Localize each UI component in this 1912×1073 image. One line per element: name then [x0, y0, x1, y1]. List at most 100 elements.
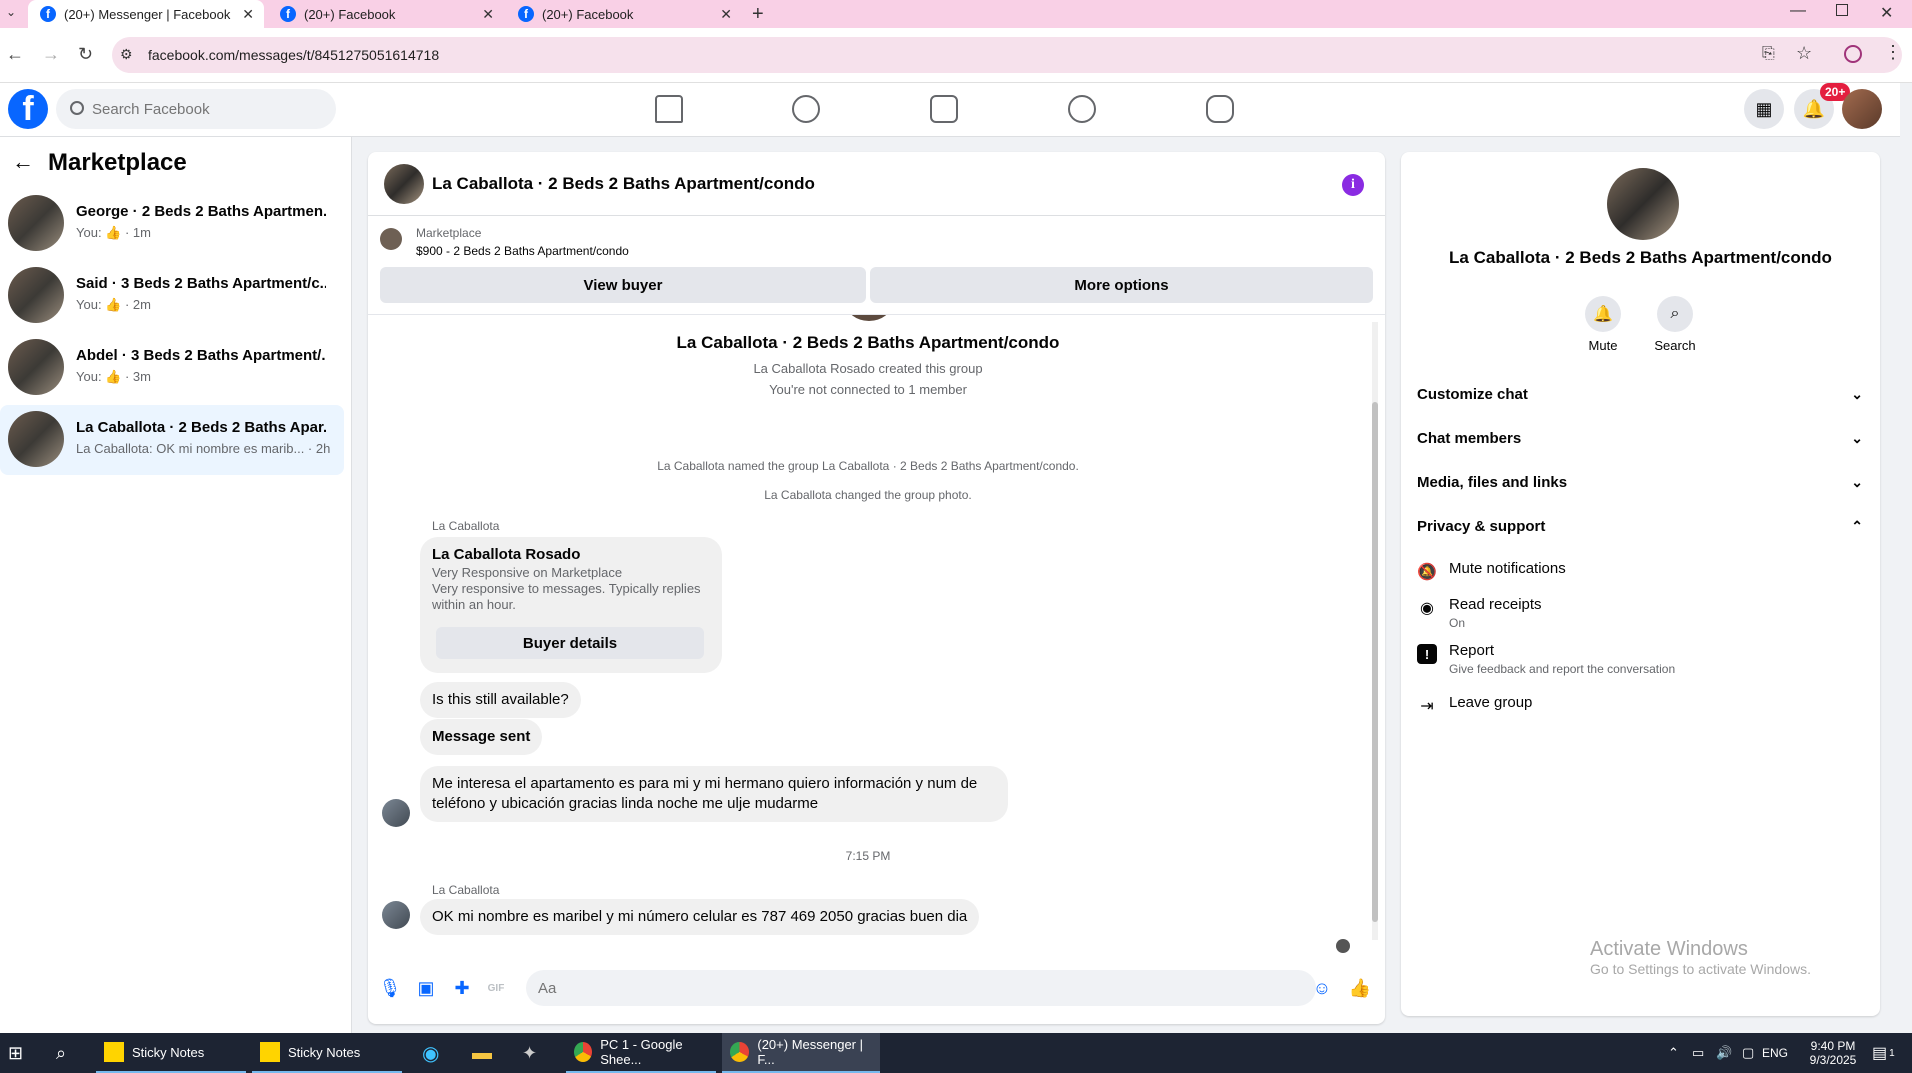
- file-explorer-icon[interactable]: ▬: [472, 1033, 492, 1073]
- close-window-icon[interactable]: ✕: [1880, 3, 1893, 23]
- taskbar-label: Sticky Notes: [132, 1044, 205, 1060]
- message-bubble[interactable]: Me interesa el apartamento es para mi y …: [420, 766, 1008, 822]
- leave-group-item[interactable]: ⇥ Leave group: [1417, 694, 1857, 722]
- system-message: La Caballota changed the group photo.: [764, 488, 972, 502]
- mute-notifications-item[interactable]: 🔕 Mute notifications: [1417, 560, 1857, 588]
- sticker-icon[interactable]: ✚: [452, 978, 472, 998]
- browser-menu-icon[interactable]: ⋮: [1884, 42, 1902, 63]
- facebook-logo-icon[interactable]: f: [8, 89, 48, 129]
- new-tab-button[interactable]: +: [752, 3, 764, 26]
- conversation-item[interactable]: Said · 3 Beds 2 Baths Apartment/c... You…: [0, 261, 344, 331]
- item-label: Leave group: [1449, 694, 1533, 711]
- clock[interactable]: 9:40 PM 9/3/2025: [1798, 1033, 1868, 1073]
- emoji-icon[interactable]: ☺: [1312, 978, 1332, 998]
- minimize-icon[interactable]: —: [1790, 2, 1806, 20]
- thumbs-up-icon[interactable]: 👍: [1349, 978, 1371, 998]
- facebook-favicon-icon: f: [40, 6, 56, 22]
- language-indicator[interactable]: ENG: [1762, 1033, 1788, 1073]
- message-bubble[interactable]: Is this still available?: [420, 682, 581, 718]
- scrollbar-thumb[interactable]: [1372, 402, 1378, 922]
- sticky-notes-icon: [104, 1042, 124, 1062]
- section-media-files-links[interactable]: Media, files and links ⌄: [1417, 464, 1863, 500]
- avatar: [8, 267, 64, 323]
- browser-tab-messenger[interactable]: f (20+) Messenger | Facebook ✕: [28, 0, 264, 28]
- back-arrow-icon[interactable]: ←: [12, 149, 34, 175]
- gif-icon[interactable]: GIF: [486, 978, 506, 998]
- message-bubble[interactable]: Message sent: [420, 719, 543, 755]
- close-tab-icon[interactable]: ✕: [242, 6, 254, 23]
- tab-search-chevron-icon[interactable]: ⌄: [6, 5, 16, 19]
- read-receipts-item[interactable]: ◉ Read receipts On: [1417, 596, 1857, 636]
- group-avatar[interactable]: [1607, 168, 1679, 240]
- tab-title: (20+) Facebook: [304, 6, 396, 22]
- home-icon[interactable]: [655, 95, 683, 123]
- section-chat-members[interactable]: Chat members ⌄: [1417, 420, 1863, 456]
- app-icon[interactable]: ✦: [522, 1033, 537, 1073]
- taskbar-messenger[interactable]: (20+) Messenger | F...: [722, 1033, 880, 1073]
- activate-windows-watermark: Activate Windows Go to Settings to activ…: [1590, 938, 1811, 977]
- chat-details-panel: La Caballota · 2 Beds 2 Baths Apartment/…: [1401, 152, 1880, 1016]
- search-button[interactable]: ⌕ Search: [1645, 296, 1705, 353]
- scrollbar[interactable]: [1372, 322, 1378, 940]
- view-buyer-button[interactable]: View buyer: [380, 267, 866, 303]
- windows-start-icon[interactable]: ⊞: [8, 1033, 23, 1073]
- search-icon[interactable]: ⌕: [56, 1033, 66, 1073]
- video-icon[interactable]: [930, 95, 958, 123]
- avatar[interactable]: [384, 164, 424, 204]
- show-hidden-icons-icon[interactable]: ⌃: [1668, 1033, 1679, 1073]
- conversation-item-selected[interactable]: La Caballota · 2 Beds 2 Baths Apar... La…: [0, 405, 344, 475]
- conversation-item[interactable]: Abdel · 3 Beds 2 Baths Apartment/... You…: [0, 333, 344, 403]
- buyer-card-line: Very Responsive on Marketplace: [432, 565, 623, 580]
- account-avatar[interactable]: [1842, 89, 1882, 129]
- avatar: [382, 901, 410, 929]
- search-input[interactable]: [92, 89, 322, 129]
- taskbar-sticky-notes-2[interactable]: Sticky Notes: [252, 1033, 402, 1073]
- display-icon[interactable]: ▢: [1742, 1033, 1754, 1073]
- friends-icon[interactable]: [792, 95, 820, 123]
- message-thread[interactable]: La Caballota · 2 Beds 2 Baths Apartment/…: [368, 314, 1385, 954]
- microphone-icon[interactable]: 🎙: [379, 978, 402, 998]
- message-bubble[interactable]: OK mi nombre es maribel y mi número celu…: [420, 899, 980, 935]
- close-tab-icon[interactable]: ✕: [720, 6, 732, 23]
- close-tab-icon[interactable]: ✕: [482, 6, 494, 23]
- reload-icon[interactable]: ↻: [78, 44, 93, 65]
- more-options-button[interactable]: More options: [870, 267, 1373, 303]
- message-input[interactable]: [526, 970, 1316, 1006]
- buyer-details-button[interactable]: Buyer details: [436, 627, 704, 659]
- site-settings-icon[interactable]: ⚙: [120, 46, 133, 63]
- section-privacy-support[interactable]: Privacy & support ⌃: [1417, 508, 1863, 544]
- conversation-item[interactable]: George · 2 Beds 2 Baths Apartmen... You:…: [0, 189, 344, 259]
- facebook-search[interactable]: [56, 89, 336, 129]
- listing-title[interactable]: $900 - 2 Beds 2 Baths Apartment/condo: [416, 244, 629, 258]
- network-icon[interactable]: ▭: [1692, 1033, 1704, 1073]
- gaming-icon[interactable]: [1206, 95, 1234, 123]
- chat-title[interactable]: La Caballota · 2 Beds 2 Baths Apartment/…: [432, 174, 815, 194]
- taskbar-google-sheets[interactable]: PC 1 - Google Shee...: [566, 1033, 716, 1073]
- groups-icon[interactable]: [1068, 95, 1096, 123]
- forward-arrow-icon[interactable]: →: [42, 44, 60, 65]
- section-label: Privacy & support: [1417, 517, 1546, 535]
- info-icon[interactable]: i: [1342, 174, 1364, 196]
- conversation-name: George · 2 Beds 2 Baths Apartmen...: [76, 203, 326, 220]
- volume-icon[interactable]: 🔊: [1716, 1033, 1732, 1073]
- profile-icon[interactable]: [1844, 45, 1862, 63]
- mute-button[interactable]: 🔔 Mute: [1573, 296, 1633, 353]
- report-item[interactable]: ! Report Give feedback and report the co…: [1417, 642, 1857, 682]
- conversation-preview: La Caballota: OK mi nombre es marib... ·…: [76, 441, 331, 456]
- maximize-icon[interactable]: [1836, 4, 1848, 16]
- bookmark-star-icon[interactable]: ☆: [1796, 43, 1812, 64]
- section-customize-chat[interactable]: Customize chat ⌄: [1417, 376, 1863, 412]
- system-message: You're not connected to 1 member: [769, 382, 967, 397]
- back-arrow-icon[interactable]: ←: [6, 44, 24, 65]
- browser-tab-facebook-1[interactable]: f (20+) Facebook ✕: [268, 0, 504, 28]
- clock-time: 9:40 PM: [1810, 1039, 1856, 1053]
- avatar: [8, 195, 64, 251]
- taskbar-sticky-notes-1[interactable]: Sticky Notes: [96, 1033, 246, 1073]
- edge-icon[interactable]: ◉: [422, 1033, 439, 1073]
- menu-grid-icon[interactable]: ▦: [1744, 89, 1784, 129]
- browser-tab-facebook-2[interactable]: f (20+) Facebook ✕: [506, 0, 742, 28]
- notification-center-icon[interactable]: ▤ 1: [1872, 1033, 1895, 1073]
- photo-icon[interactable]: ▣: [416, 978, 436, 998]
- install-app-icon[interactable]: ⎘: [1762, 45, 1775, 63]
- browser-toolbar: ← → ↻ ⚙ facebook.com/messages/t/84512750…: [0, 28, 1912, 83]
